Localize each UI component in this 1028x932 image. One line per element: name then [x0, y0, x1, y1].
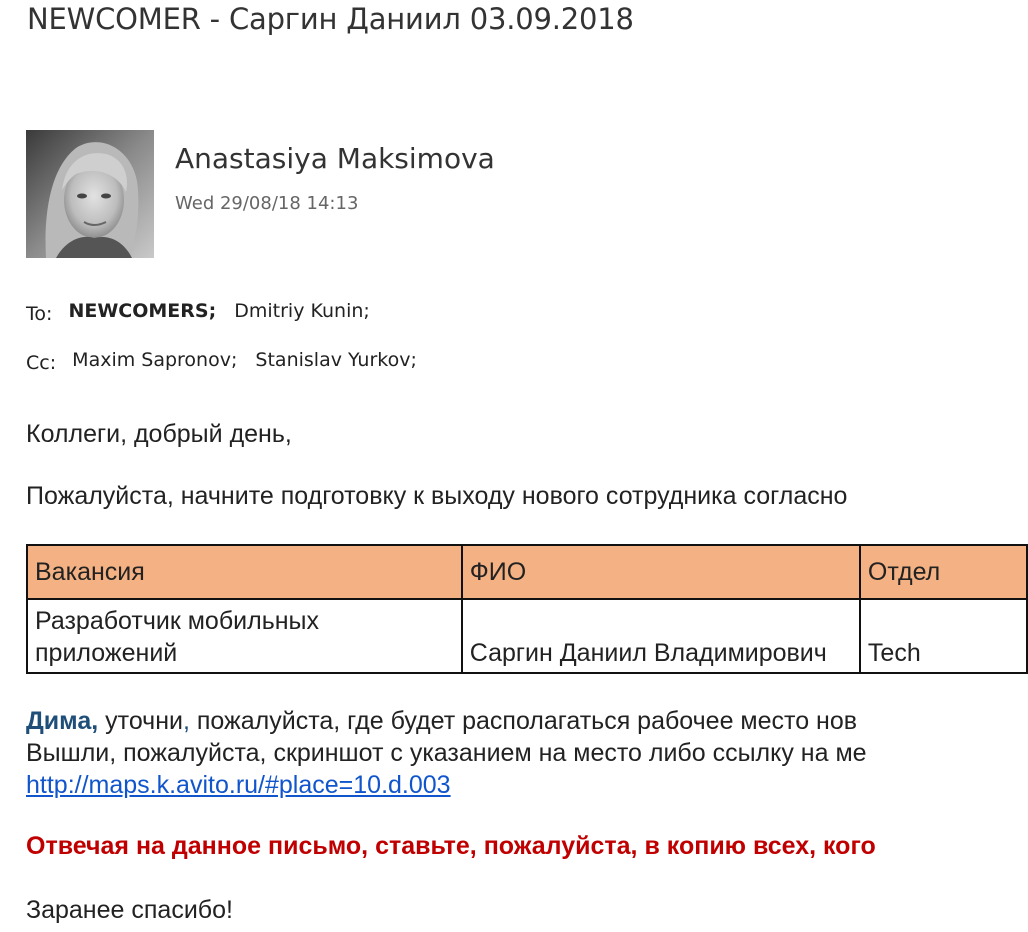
warning-text: Отвечая на данное письмо, ставьте, пожал…: [26, 832, 876, 860]
header-fio: ФИО: [460, 544, 861, 600]
header-department: Отдел: [858, 544, 1028, 600]
recipient-newcomers[interactable]: NEWCOMERS;: [68, 300, 216, 322]
sent-date: Wed 29/08/18 14:13: [175, 193, 359, 214]
newcomer-info-table: Вакансия ФИО Отдел Разработчик мобильных…: [26, 544, 1028, 674]
workplace-request: Дима, уточни, пожалуйста, где будет расп…: [26, 705, 867, 801]
cc-label: Cc:: [26, 352, 57, 374]
mention-dima: Дима: [26, 707, 92, 735]
sender-avatar[interactable]: [26, 130, 154, 258]
greeting-text: Коллеги, добрый день,: [26, 420, 292, 448]
recipient-maxim-sapronov[interactable]: Maxim Sapronov;: [72, 349, 237, 371]
avatar-photo: [26, 130, 154, 258]
cc-row: Cc: Maxim Sapronov; Stanislav Yurkov;: [26, 349, 429, 374]
table-row: Разработчик мобильных приложений Саргин Д…: [26, 598, 1028, 674]
recipient-dmitriy-kunin[interactable]: Dmitriy Kunin;: [234, 300, 370, 322]
workplace-line-1: Дима, уточни, пожалуйста, где будет расп…: [26, 705, 867, 737]
subject-prefix: NEWCOMER -: [27, 2, 229, 36]
subject-person: Саргин Даниил: [228, 2, 461, 36]
to-label: To:: [26, 303, 53, 325]
cell-vacancy: Разработчик мобильных приложений: [26, 598, 463, 674]
thanks-text: Заранее спасибо!: [26, 896, 233, 924]
workplace-line-1b: пожалуйста, где будет располагаться рабо…: [189, 707, 858, 735]
to-row: To: NEWCOMERS; Dmitriy Kunin;: [26, 300, 382, 325]
cell-department: Tech: [858, 598, 1028, 674]
recipient-stanislav-yurkov[interactable]: Stanislav Yurkov;: [255, 349, 416, 371]
workplace-line-1a: уточни: [98, 707, 183, 735]
vacancy-line-2: приложений: [35, 639, 178, 667]
header-vacancy: Вакансия: [26, 544, 463, 600]
email-subject: NEWCOMER - Саргин Даниил 03.09.2018: [27, 2, 634, 36]
sender-name[interactable]: Anastasiya Maksimova: [175, 142, 495, 175]
workplace-line-2: Вышли, пожалуйста, скриншот с указанием …: [26, 739, 867, 767]
table-header-row: Вакансия ФИО Отдел: [26, 544, 1028, 600]
cell-fio: Саргин Даниил Владимирович: [460, 598, 861, 674]
request-text: Пожалуйста, начните подготовку к выходу …: [26, 482, 848, 510]
subject-date: 03.09.2018: [460, 2, 634, 36]
workplace-line-1-comma: ,: [182, 707, 190, 735]
vacancy-line-1: Разработчик мобильных: [35, 607, 319, 635]
maps-link[interactable]: http://maps.k.avito.ru/#place=10.d.003: [26, 771, 451, 799]
